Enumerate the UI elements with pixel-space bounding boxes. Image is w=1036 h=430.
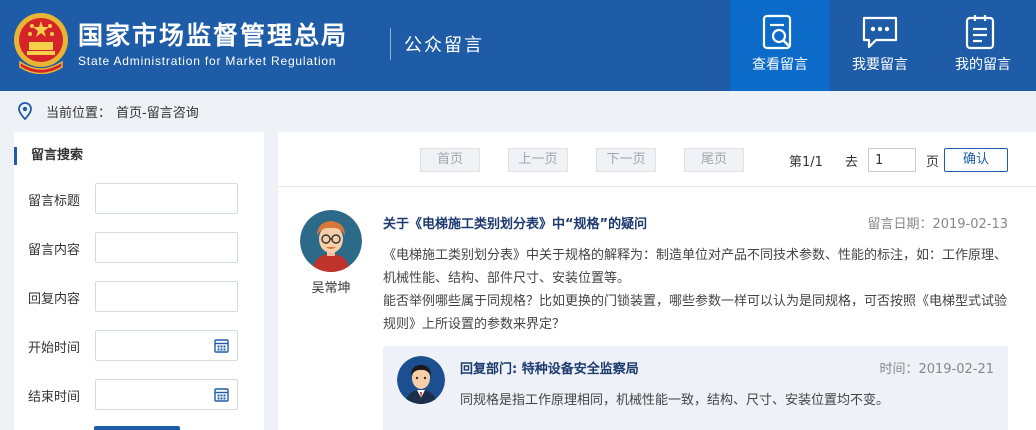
site-header: 国家市场监督管理总局 State Administration for Mark… bbox=[0, 0, 1036, 91]
asker-avatar bbox=[300, 210, 362, 272]
search-sidebar-title: 留言搜索 bbox=[14, 147, 83, 165]
page-unit-label: 页 bbox=[926, 155, 940, 170]
breadcrumb-label: 当前位置： bbox=[46, 106, 112, 121]
nav-post-message[interactable]: 我要留言 bbox=[830, 0, 930, 91]
clipboard-list-icon bbox=[965, 15, 995, 50]
reply-department: 回复部门: 特种设备安全监察局 bbox=[460, 362, 639, 377]
goto-label: 去 bbox=[845, 155, 859, 170]
reply-avatar bbox=[397, 356, 445, 404]
page-number-input[interactable] bbox=[868, 148, 916, 172]
nav-mine-label: 我的留言 bbox=[955, 57, 1011, 73]
field-label-end-date: 结束时间 bbox=[28, 390, 81, 405]
nav-post-label: 我要留言 bbox=[852, 57, 908, 73]
first-page-button[interactable]: 首页 bbox=[420, 148, 480, 172]
field-label-title: 留言标题 bbox=[28, 194, 81, 209]
message-body: 《电梯施工类别划分表》中关于规格的解释为：制造单位对产品不同技术参数、性能的标注… bbox=[383, 248, 1008, 332]
national-emblem-icon bbox=[14, 13, 68, 74]
search-sidebar: 留言搜索 留言标题 留言内容 回复内容 开始时间 结束时间 bbox=[14, 132, 264, 430]
calendar-icon[interactable] bbox=[214, 387, 229, 402]
calendar-icon[interactable] bbox=[214, 338, 229, 353]
user-avatar-icon bbox=[300, 210, 362, 272]
asker-name: 吴常坤 bbox=[311, 281, 351, 296]
document-search-icon bbox=[762, 14, 792, 50]
prev-page-button[interactable]: 上一页 bbox=[508, 148, 568, 172]
site-title: 国家市场监督管理总局 bbox=[78, 21, 349, 50]
site-title-en: State Administration for Market Regulati… bbox=[78, 54, 337, 68]
title-search-input[interactable] bbox=[95, 183, 238, 214]
field-label-start-date: 开始时间 bbox=[28, 341, 81, 356]
chat-bubble-icon bbox=[862, 16, 898, 49]
header-divider bbox=[390, 28, 391, 60]
pagination-bar: 首页 上一页 下一页 尾页 第1/1 去 页 确认 bbox=[278, 132, 1036, 187]
nav-view-messages[interactable]: 查看留言 bbox=[730, 0, 830, 91]
message-panel: 首页 上一页 下一页 尾页 第1/1 去 页 确认 吴常坤 关于《电梯施工类别划… bbox=[278, 132, 1036, 430]
confirm-page-button[interactable]: 确认 bbox=[944, 148, 1008, 172]
section-title: 公众留言 bbox=[404, 35, 484, 56]
field-label-reply: 回复内容 bbox=[28, 292, 81, 307]
message-title[interactable]: 关于《电梯施工类别划分表》中“规格”的疑问 bbox=[383, 213, 647, 232]
search-button[interactable] bbox=[94, 426, 180, 430]
nav-my-messages[interactable]: 我的留言 bbox=[930, 0, 1036, 91]
last-page-button[interactable]: 尾页 bbox=[684, 148, 744, 172]
field-label-content: 留言内容 bbox=[28, 243, 81, 258]
message-date: 留言日期：2019-02-13 bbox=[867, 217, 1008, 232]
official-avatar-icon bbox=[397, 356, 445, 404]
reply-date: 时间：2019-02-21 bbox=[879, 362, 994, 377]
page-info: 第1/1 bbox=[789, 155, 823, 170]
location-pin-icon bbox=[18, 102, 32, 120]
content-search-input[interactable] bbox=[95, 232, 238, 263]
breadcrumb-path[interactable]: 首页-留言咨询 bbox=[116, 102, 199, 121]
reply-body: 同规格是指工作原理相同，机械性能一致，结构、尺寸、安装位置均不变。 bbox=[460, 393, 890, 408]
next-page-button[interactable]: 下一页 bbox=[596, 148, 656, 172]
nav-view-label: 查看留言 bbox=[752, 57, 808, 73]
reply-box: 回复部门: 特种设备安全监察局 时间：2019-02-21 同规格是指工作原理相… bbox=[383, 346, 1008, 430]
reply-search-input[interactable] bbox=[95, 281, 238, 312]
